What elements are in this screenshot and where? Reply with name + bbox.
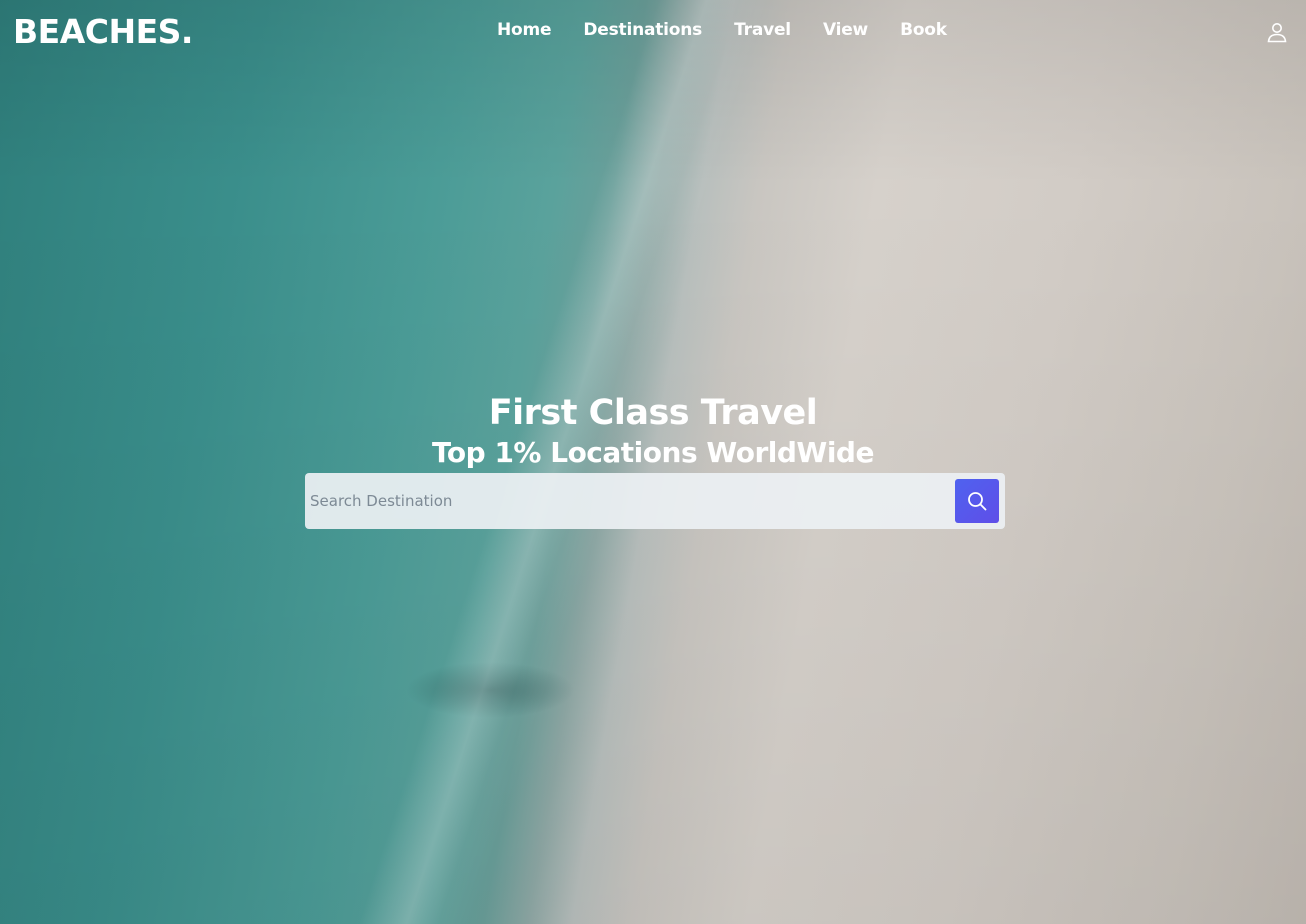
search-bar [305,473,1005,529]
nav-item-home[interactable]: Home [497,20,552,40]
navbar: BEACHES. Home Destinations Travel View B… [0,0,1306,64]
nav-item-view[interactable]: View [823,20,868,40]
hero-title: First Class Travel [488,393,818,433]
nav-item-destinations[interactable]: Destinations [583,20,702,40]
hero-subtitle: Top 1% Locations WorldWide [432,436,874,469]
search-icon [968,492,987,511]
logo[interactable]: BEACHES. [13,12,193,51]
nav-item-travel[interactable]: Travel [734,20,791,40]
user-icon[interactable] [1266,21,1288,43]
nav-links: Home Destinations Travel View Book [497,20,979,40]
nav-item-book[interactable]: Book [900,20,947,40]
search-input[interactable] [305,473,945,529]
search-button[interactable] [955,479,999,523]
